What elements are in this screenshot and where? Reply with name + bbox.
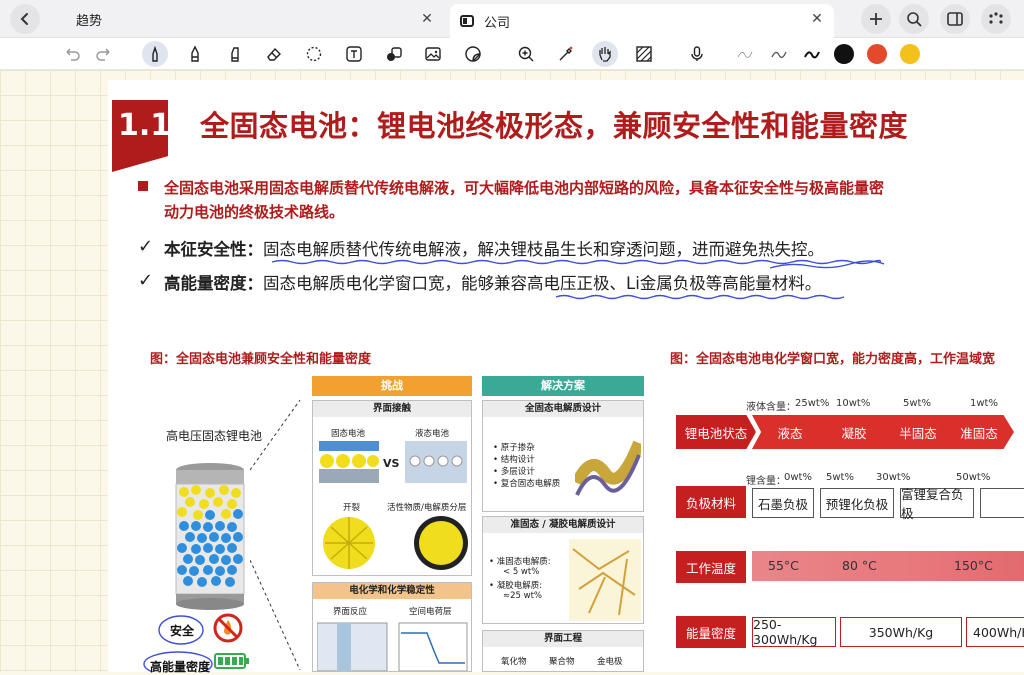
wave-structure-illustration — [575, 440, 641, 496]
temperature-row-label: 工作温度 — [676, 551, 746, 583]
quasi-solid-panel: 准固态 / 凝胶电解质设计 • 准固态电解质: < 5 wt% • 凝胶电解质:… — [482, 516, 644, 624]
solution-item: • 多层设计 — [493, 467, 535, 477]
battery-full-icon — [214, 653, 249, 669]
state-chevron: 半固态 — [880, 415, 956, 449]
right-figure-caption: 图：全固态电池电化学窗口宽，能力密度高，工作温域宽 — [670, 352, 996, 367]
interface-reaction-label: 界面反应 — [333, 607, 368, 617]
liquid-battery-label: 液态电池 — [415, 429, 450, 439]
anode-box-empty — [980, 488, 1024, 518]
all-solid-design-panel: 全固态电解质设计 • 原子掺杂 • 结构设计 • 多层设计 • 复合固态电解质 — [482, 400, 644, 512]
solution-item-text: 结构设计 — [500, 455, 535, 465]
anode-row-label: 负极材料 — [676, 486, 746, 518]
stability-panel: 电化学和化学稳定性 界面反应 空间电荷层 — [312, 582, 472, 672]
quasi-item: • 凝胶电解质: — [489, 581, 543, 591]
liquid-content-value: 25wt% — [795, 398, 830, 409]
quasi-item-text: < 5 wt% — [503, 567, 540, 577]
panel-title: 全固态电解质设计 — [483, 401, 643, 417]
callout-lines — [250, 399, 301, 671]
liquid-content-value: 10wt% — [836, 398, 871, 409]
particle-illustration — [323, 516, 468, 570]
ie-item: 氧化物 — [501, 657, 527, 667]
left-figure-caption: 图：全固态电池兼顾安全性和能量密度 — [150, 352, 372, 367]
quasi-item-text: ≈25 wt% — [503, 591, 543, 601]
solid-battery-label: 固态电池 — [331, 429, 366, 439]
anode-box: 富锂复合负极 — [900, 487, 974, 521]
state-row-label: 锂电池状态 — [676, 415, 756, 449]
battery-label: 高电压固态锂电池 — [166, 429, 263, 443]
interface-engineering-panel: 界面工程 氧化物 聚合物 金电极 — [482, 630, 644, 672]
anode-box: 预锂化负极 — [820, 488, 894, 518]
lithium-content-value: 0wt% — [784, 472, 812, 483]
solution-item: • 结构设计 — [493, 455, 535, 465]
quasi-item-text: 准固态电解质: — [496, 557, 551, 567]
liquid-content-value: 1wt% — [970, 398, 998, 409]
solution-item: • 复合固态电解质 — [493, 479, 561, 489]
state-chevron: 准固态 — [944, 415, 1014, 449]
solution-item-text: 多层设计 — [500, 467, 535, 477]
lithium-content-value: 50wt% — [956, 472, 991, 483]
quasi-item: • 准固态电解质: — [489, 557, 551, 567]
liquid-content-label: 液体含量： — [746, 402, 796, 413]
stability-illustration — [317, 622, 468, 671]
gel-network-illustration — [569, 539, 641, 621]
quasi-item-text: 凝胶电解质: — [496, 581, 543, 591]
battery-illustration — [175, 463, 245, 610]
solution-item-text: 原子掺杂 — [500, 443, 535, 453]
temperature-value: 55°C — [768, 558, 799, 573]
interface-contact-panel: 界面接触 固态电池 液态电池 VS 开裂 活性物质/电解质分层 — [312, 400, 472, 576]
energy-box: 400Wh/Kg — [966, 617, 1024, 647]
liquid-content-value: 5wt% — [903, 398, 931, 409]
temperature-value: 80 °C — [842, 558, 877, 573]
ie-item: 聚合物 — [549, 657, 575, 667]
crack-label: 开裂 — [343, 503, 361, 513]
lithium-content-value: 30wt% — [876, 472, 911, 483]
underline-stroke — [769, 260, 885, 269]
solution-item-text: 复合固态电解质 — [500, 479, 561, 489]
panel-title: 电化学和化学稳定性 — [313, 583, 471, 599]
temperature-value: 150°C — [954, 558, 993, 573]
solution-item: • 原子掺杂 — [493, 443, 535, 453]
state-chevron: 凝胶 — [816, 415, 892, 449]
challenge-header: 挑战 — [312, 376, 472, 396]
energy-box: 350Wh/Kg — [840, 617, 962, 647]
solution-header: 解决方案 — [482, 376, 644, 396]
panel-title: 界面接触 — [313, 401, 471, 417]
state-chevron: 液态 — [752, 415, 828, 449]
lithium-content-label: 锂含量： — [746, 476, 786, 487]
panel-title: 准固态 / 凝胶电解质设计 — [483, 517, 643, 533]
layering-label: 活性物质/电解质分层 — [387, 503, 467, 513]
vs-label: VS — [383, 457, 400, 470]
ie-item: 金电极 — [597, 657, 623, 667]
no-fire-icon — [213, 613, 243, 643]
underline-stroke — [555, 294, 845, 300]
panel-title: 界面工程 — [483, 631, 643, 647]
energy-box: 250-300Wh/Kg — [752, 617, 836, 647]
space-charge-label: 空间电荷层 — [409, 607, 452, 617]
lithium-content-value: 5wt% — [826, 472, 854, 483]
anode-box: 石墨负极 — [752, 488, 814, 518]
energy-density-label: 高能量密度 — [150, 660, 211, 674]
energy-row-label: 能量密度 — [676, 616, 746, 648]
underline-stroke — [271, 259, 882, 265]
safety-label: 安全 — [170, 624, 195, 638]
